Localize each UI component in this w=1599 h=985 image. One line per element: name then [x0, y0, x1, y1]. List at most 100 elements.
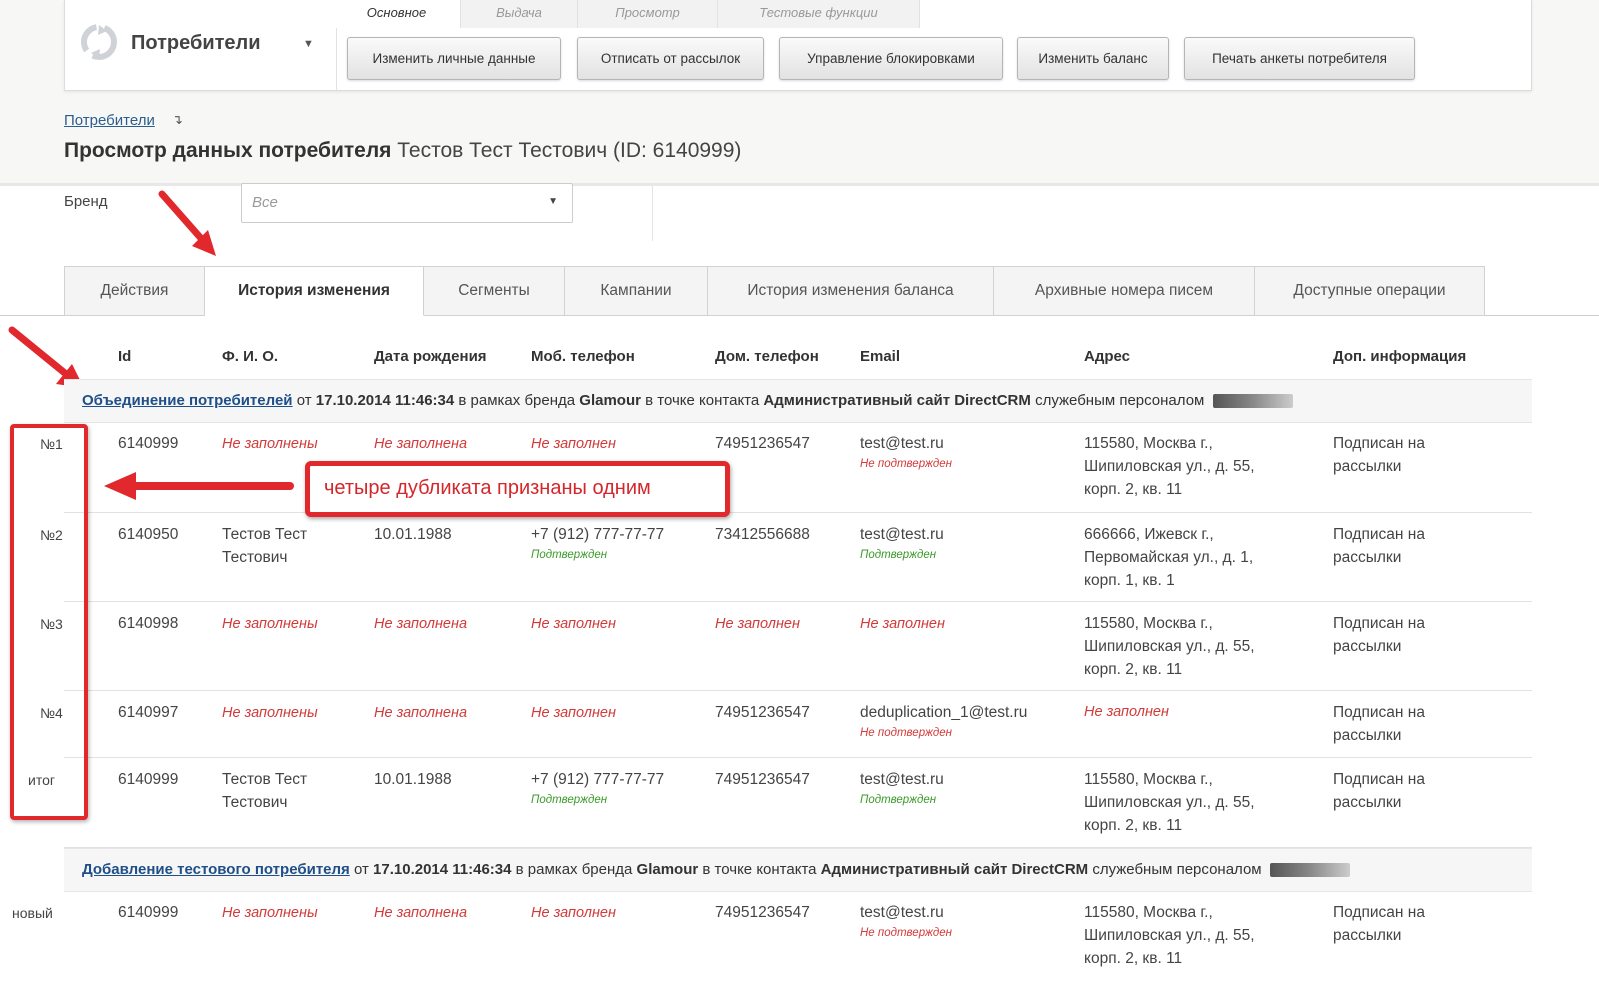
column-header-home-phone[interactable]: Дом. телефон [715, 348, 819, 365]
cell-value: Не заполнена [374, 705, 468, 721]
address-line: корп. 1, кв. 1 [1084, 572, 1175, 589]
cell-mob: +7 (912) 777-77-77 Подтвержден [531, 768, 664, 809]
history-group-header: Добавление тестового потребителя от 17.1… [64, 848, 1532, 892]
extra-info-line: рассылки [1333, 794, 1402, 811]
cell-email[interactable]: deduplication_1@test.ru Не подтвержден [860, 701, 1027, 742]
change-balance-button[interactable]: Изменить баланс [1017, 37, 1169, 80]
column-header-birthdate[interactable]: Дата рождения [374, 348, 487, 365]
cell-value: Не заполнена [374, 436, 468, 452]
cell-value: 10.01.1988 [374, 771, 452, 788]
chevron-down-icon[interactable]: ▼ [303, 38, 314, 50]
cell-email[interactable]: test@test.ru Подтвержден [860, 768, 944, 809]
tab-archived-letters[interactable]: Архивные номера писем [994, 266, 1255, 316]
cell-value: 74951236547 [715, 904, 810, 921]
ribbon-tab-view[interactable]: Просмотр [578, 0, 718, 28]
cell-value: Не заполнен [531, 436, 616, 452]
ribbon-tab-test-functions[interactable]: Тестовые функции [718, 0, 920, 28]
cell-value: Не заполнен [715, 616, 800, 632]
group-text: в рамках бренда [515, 861, 633, 878]
column-header-extra-info[interactable]: Доп. информация [1333, 348, 1466, 365]
cell-birth: 10.01.1988 [374, 523, 452, 546]
ribbon-tab-main[interactable]: Основное [333, 0, 461, 28]
address-line: Не заполнен [1084, 704, 1169, 720]
address-line: Шипиловская ул., д. 55, [1084, 638, 1255, 655]
column-header-email[interactable]: Email [860, 348, 900, 365]
cell-value: 6140950 [118, 526, 179, 543]
cell-value: Не заполнены [222, 436, 318, 452]
column-header-id[interactable]: Id [118, 348, 131, 365]
tab-balance-history[interactable]: История изменения баланса [708, 266, 994, 316]
group-text: в рамках бренда [458, 392, 576, 409]
cell-home: Не заполнен [715, 612, 800, 636]
cell-email[interactable]: test@test.ru Не подтвержден [860, 901, 952, 942]
extra-info-line: рассылки [1333, 458, 1402, 475]
cell-value: 6140999 [118, 435, 179, 452]
cell-value: Не заполнен [531, 616, 616, 632]
cell-fio: Не заполнены [222, 701, 362, 725]
manage-blocks-button[interactable]: Управление блокировками [779, 37, 1003, 80]
mobile-status: Подтвержден [531, 794, 608, 806]
tab-segments[interactable]: Сегменты [424, 266, 565, 316]
row-divider [64, 757, 1532, 758]
page-title-subject: Тестов Тест Тестович (ID: 6140999) [397, 139, 742, 162]
cell-extra-info: Подписан на рассылки [1333, 768, 1425, 814]
breadcrumb-consumers-link[interactable]: Потребители [64, 112, 155, 129]
email-status: Не подтвержден [860, 458, 952, 470]
merge-consumers-link[interactable]: Объединение потребителей [82, 392, 293, 409]
extra-info-line: рассылки [1333, 927, 1402, 944]
cell-birth: Не заполнена [374, 701, 467, 725]
brand-filter-select[interactable]: Все ▼ [241, 183, 573, 223]
extra-info-line: Подписан на [1333, 771, 1425, 788]
edit-personal-data-button[interactable]: Изменить личные данные [347, 37, 561, 80]
group-text: от [296, 392, 312, 409]
cell-value: 10.01.1988 [374, 526, 452, 543]
cell-id: 6140999 [118, 432, 178, 455]
tab-change-history[interactable]: История изменения [205, 266, 424, 316]
cell-id: 6140999 [118, 901, 178, 924]
unsubscribe-button[interactable]: Отписать от рассылок [577, 37, 764, 80]
redacted-name [1212, 394, 1293, 409]
group-brand: Glamour [636, 861, 699, 878]
address-line: Шипиловская ул., д. 55, [1084, 458, 1255, 475]
cell-birth: Не заполнена [374, 612, 467, 636]
cell-email: Не заполнен [860, 612, 945, 636]
extra-info-line: Подписан на [1333, 904, 1425, 921]
cell-birth: 10.01.1988 [374, 768, 452, 791]
cell-mob: Не заполнен [531, 701, 616, 725]
cell-id: 6140997 [118, 701, 178, 724]
cell-address: 115580, Москва г., Шипиловская ул., д. 55… [1084, 768, 1255, 837]
brand-filter-label: Бренд [64, 193, 108, 210]
cell-mob: +7 (912) 777-77-77 Подтвержден [531, 523, 664, 564]
extra-info-line: рассылки [1333, 638, 1402, 655]
cell-value: Не заполнен [531, 705, 616, 721]
cell-value: Не заполнена [374, 905, 468, 921]
ribbon-tab-issue[interactable]: Выдача [461, 0, 578, 28]
address-line: Первомайская ул., д. 1, [1084, 549, 1254, 566]
divider [652, 186, 653, 241]
group-text: в точке контакта [702, 861, 817, 878]
print-profile-button[interactable]: Печать анкеты потребителя [1184, 37, 1415, 80]
cell-extra-info: Подписан на рассылки [1333, 432, 1425, 478]
group-date: 17.10.2014 11:46:34 [373, 861, 512, 878]
add-test-consumer-link[interactable]: Добавление тестового потребителя [82, 861, 350, 878]
cell-value: Не заполнена [374, 616, 468, 632]
column-header-fio[interactable]: Ф. И. О. [222, 348, 278, 365]
column-header-mobile[interactable]: Моб. телефон [531, 348, 635, 365]
cell-email[interactable]: test@test.ru Не подтвержден [860, 432, 952, 473]
email-status: Не подтвержден [860, 727, 952, 739]
cell-value: 74951236547 [715, 704, 810, 721]
page-title: Просмотр данных потребителя Тестов Тест … [64, 139, 741, 163]
cell-fio: Не заполнены [222, 612, 362, 636]
annotation-arrow-icon [158, 190, 216, 256]
cell-email[interactable]: test@test.ru Подтвержден [860, 523, 944, 564]
tab-available-operations[interactable]: Доступные операции [1255, 266, 1485, 316]
tab-campaigns[interactable]: Кампании [565, 266, 708, 316]
address-line: корп. 2, кв. 11 [1084, 661, 1183, 678]
group-text: служебным персоналом [1035, 392, 1205, 409]
cell-home: 74951236547 [715, 901, 810, 924]
cell-fio: Не заполнены [222, 432, 362, 456]
cell-extra-info: Подписан на рассылки [1333, 523, 1425, 569]
section-switcher[interactable]: Потребители ▼ [65, 0, 337, 90]
tab-actions[interactable]: Действия [64, 266, 205, 316]
column-header-address[interactable]: Адрес [1084, 348, 1130, 365]
